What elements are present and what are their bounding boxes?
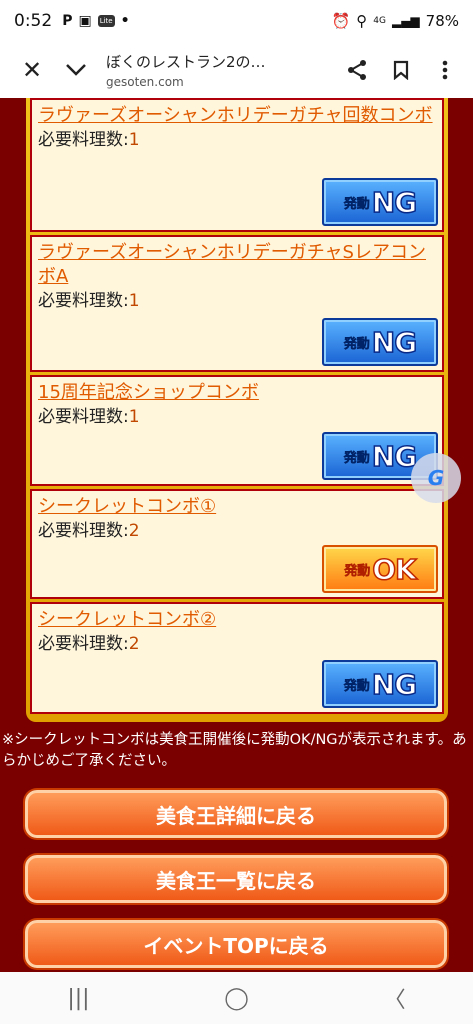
page-title-area[interactable]: ぼくのレストラン2の… gesoten.com bbox=[98, 51, 335, 89]
combo-requirement: 必要料理数:2 bbox=[38, 632, 436, 656]
requirement-label: 必要料理数: bbox=[38, 130, 129, 150]
page-title: ぼくのレストラン2の… bbox=[106, 53, 266, 71]
network-label: 4G bbox=[373, 16, 386, 26]
badge-status: NG bbox=[371, 325, 418, 360]
combo-requirement: 必要料理数:1 bbox=[38, 405, 436, 429]
page-url: gesoten.com bbox=[106, 75, 184, 89]
location-icon: ⚲ bbox=[356, 12, 368, 30]
badge-kanji: 発動 bbox=[343, 336, 371, 352]
combo-item: 15周年記念ショップコンボ 必要料理数:1 発動 NG bbox=[30, 375, 444, 486]
status-time: 0:52 bbox=[14, 11, 53, 31]
combo-list-frame: ラヴァーズオーシャンホリデーガチャ回数コンボ 必要料理数:1 発動 NG ラヴァー… bbox=[26, 98, 448, 722]
activation-ng-badge: 発動 NG bbox=[322, 178, 438, 226]
combo-requirement: 必要料理数:1 bbox=[38, 289, 436, 313]
combo-item: ラヴァーズオーシャンホリデーガチャSレアコンボA 必要料理数:1 発動 NG bbox=[30, 235, 444, 372]
activation-ok-badge: 発動 OK bbox=[322, 545, 438, 593]
recent-apps-icon[interactable]: ||| bbox=[67, 986, 89, 1011]
back-to-detail-button[interactable]: 美食王詳細に戻る bbox=[25, 790, 447, 838]
parking-app-icon: P bbox=[62, 13, 73, 29]
badge-kanji: 発動 bbox=[343, 196, 371, 212]
requirement-value: 1 bbox=[128, 130, 140, 150]
combo-link[interactable]: 15周年記念ショップコンボ bbox=[38, 381, 436, 405]
bookmark-icon[interactable] bbox=[379, 48, 423, 92]
status-left: 0:52 P ▣ Lite • bbox=[14, 11, 130, 31]
combo-link[interactable]: ラヴァーズオーシャンホリデーガチャ回数コンボ bbox=[38, 104, 436, 128]
activation-ng-badge: 発動 NG bbox=[322, 660, 438, 708]
combo-item: シークレットコンボ② 必要料理数:2 発動 NG bbox=[30, 602, 444, 714]
combo-link[interactable]: シークレットコンボ② bbox=[38, 608, 436, 632]
requirement-label: 必要料理数: bbox=[38, 291, 129, 311]
status-right: ⏰ ⚲ 4G ▂▄▆ 78% bbox=[332, 12, 459, 30]
requirement-label: 必要料理数: bbox=[38, 407, 129, 427]
status-bar: 0:52 P ▣ Lite • ⏰ ⚲ 4G ▂▄▆ 78% bbox=[0, 0, 473, 42]
gallery-icon: ▣ bbox=[78, 13, 92, 29]
badge-kanji: 発動 bbox=[344, 563, 371, 579]
share-icon[interactable] bbox=[335, 48, 379, 92]
requirement-value: 1 bbox=[128, 291, 140, 311]
requirement-label: 必要料理数: bbox=[38, 634, 129, 654]
back-to-list-button[interactable]: 美食王一覧に戻る bbox=[25, 855, 447, 903]
home-icon[interactable]: ◯ bbox=[224, 986, 249, 1011]
system-nav-bar: ||| ◯ 〈 bbox=[0, 972, 473, 1024]
signal-icon: ▂▄▆ bbox=[391, 14, 420, 28]
close-icon[interactable]: ✕ bbox=[10, 48, 54, 92]
combo-item: ラヴァーズオーシャンホリデーガチャ回数コンボ 必要料理数:1 発動 NG bbox=[30, 98, 444, 232]
badge-kanji: 発動 bbox=[343, 450, 371, 466]
badge-status: NG bbox=[371, 667, 418, 702]
secret-combo-note: ※シークレットコンボは美食王開催後に発動OK/NGが表示されます。あらかじめご了… bbox=[2, 732, 467, 769]
back-icon[interactable]: 〈 bbox=[384, 982, 406, 1014]
requirement-value: 2 bbox=[128, 521, 140, 541]
more-options-icon[interactable] bbox=[423, 48, 467, 92]
notification-dot-icon: • bbox=[120, 13, 130, 29]
combo-link[interactable]: シークレットコンボ① bbox=[38, 495, 436, 519]
combo-item: シークレットコンボ① 必要料理数:2 発動 OK bbox=[30, 489, 444, 599]
lite-app-icon: Lite bbox=[97, 15, 115, 27]
requirement-value: 1 bbox=[128, 407, 140, 427]
activation-ng-badge: 発動 NG bbox=[322, 318, 438, 366]
alarm-icon: ⏰ bbox=[331, 12, 351, 30]
combo-requirement: 必要料理数:1 bbox=[38, 128, 436, 152]
back-to-event-top-button[interactable]: イベントTOPに戻る bbox=[25, 920, 447, 968]
combo-link[interactable]: ラヴァーズオーシャンホリデーガチャSレアコンボA bbox=[38, 241, 436, 289]
badge-kanji: 発動 bbox=[343, 678, 371, 694]
floating-app-icon[interactable]: G bbox=[411, 453, 461, 503]
badge-status: OK bbox=[372, 552, 418, 587]
requirement-label: 必要料理数: bbox=[38, 521, 129, 541]
combo-requirement: 必要料理数:2 bbox=[38, 519, 436, 543]
browser-toolbar: ✕ ぼくのレストラン2の… gesoten.com bbox=[0, 42, 473, 98]
badge-status: NG bbox=[371, 185, 418, 220]
battery-level: 78% bbox=[425, 12, 459, 30]
page-content: ラヴァーズオーシャンホリデーガチャ回数コンボ 必要料理数:1 発動 NG ラヴァー… bbox=[0, 98, 473, 972]
chevron-down-icon[interactable] bbox=[54, 48, 98, 92]
badge-status: NG bbox=[371, 439, 418, 474]
requirement-value: 2 bbox=[128, 634, 140, 654]
